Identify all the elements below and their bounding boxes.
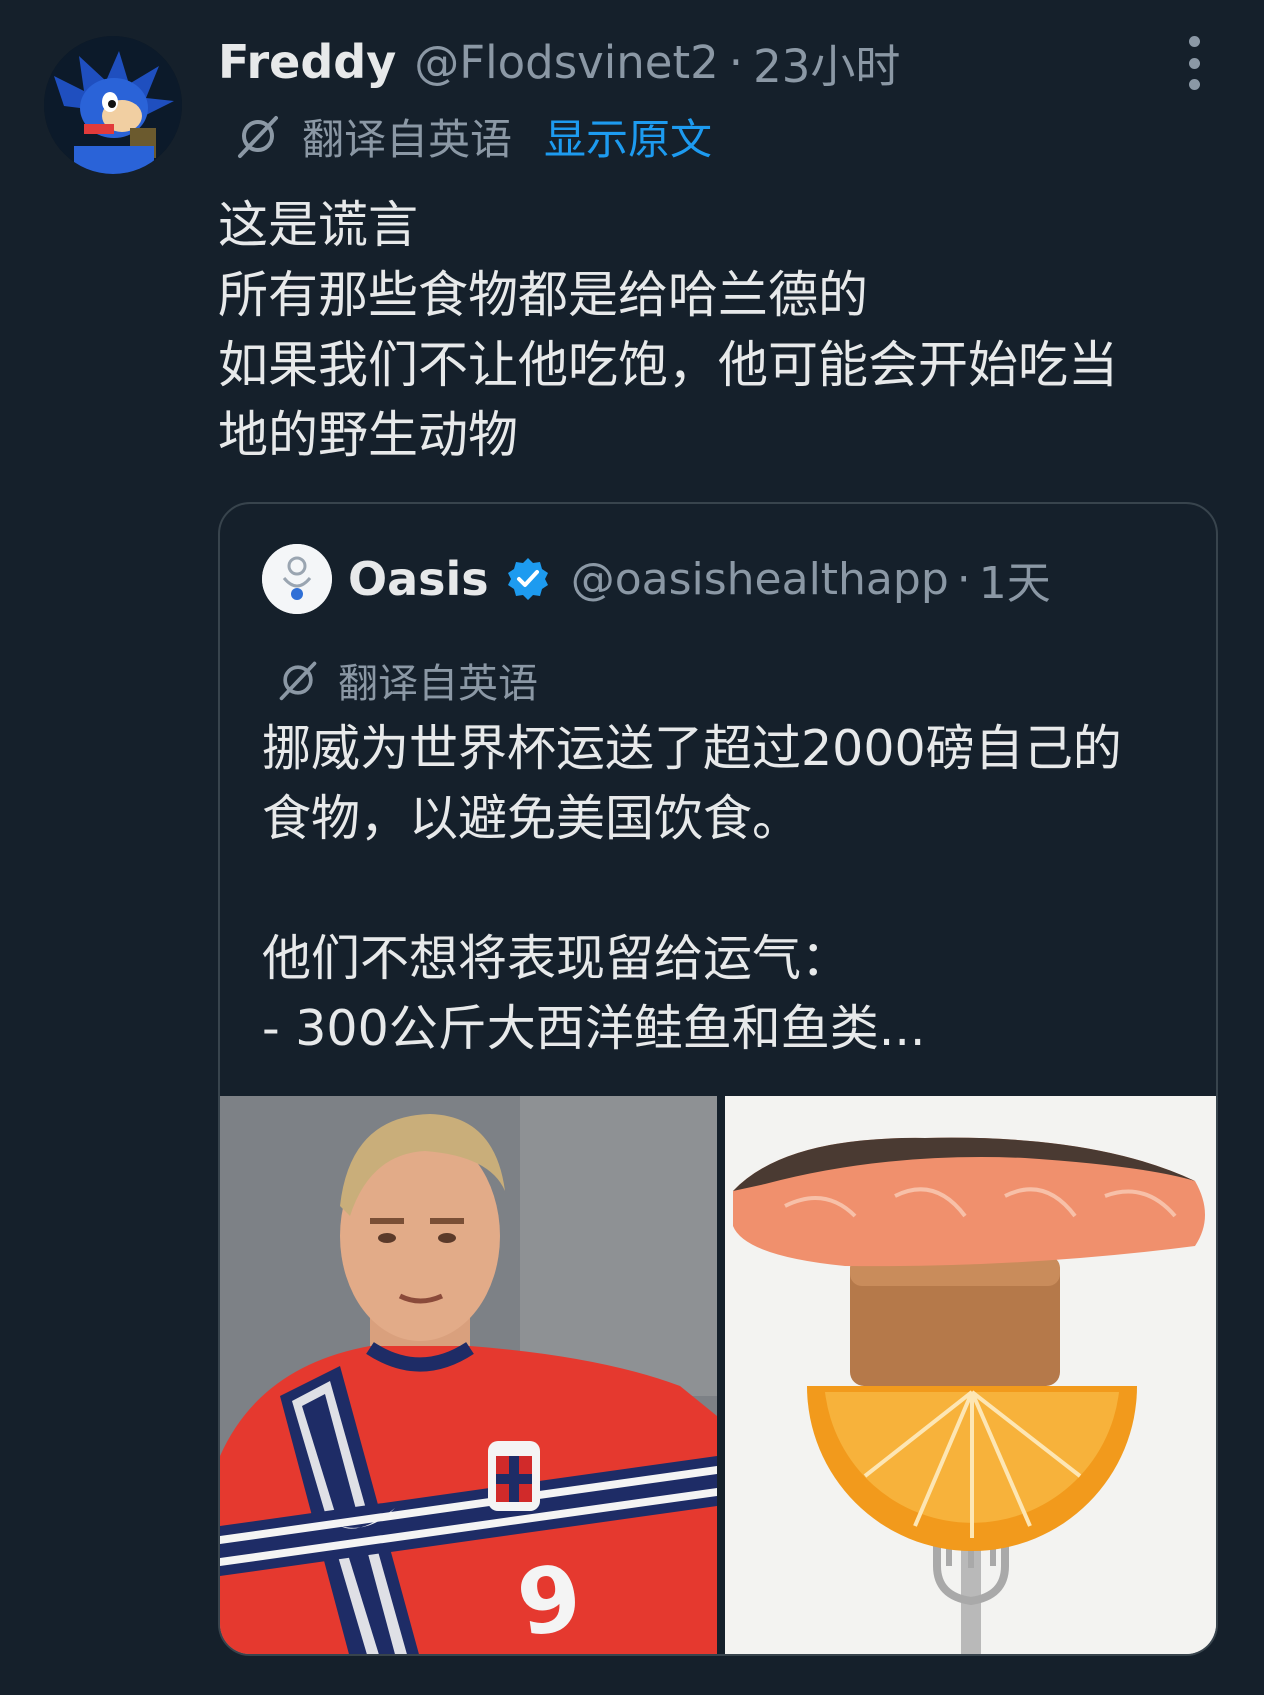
author-name[interactable]: Freddy	[218, 35, 396, 89]
quote-header-separator: ·	[956, 553, 971, 605]
quote-header: Oasis @oasishealthapp · 1天	[348, 544, 1051, 614]
quote-author-handle[interactable]: @oasishealthapp	[571, 554, 949, 605]
media-image-food[interactable]	[725, 1096, 1216, 1654]
tweet-text-line: 所有那些食物都是给哈兰德的	[218, 266, 868, 324]
quoted-tweet-card[interactable]: Oasis @oasishealthapp · 1天 翻译自英语 挪威为世界杯运…	[218, 502, 1218, 1656]
author-avatar[interactable]	[44, 36, 182, 174]
quote-author-avatar[interactable]	[262, 544, 332, 614]
tweet-text: 这是谎言 所有那些食物都是给哈兰德的 如果我们不让他吃饱，他可能会开始吃当 地的…	[218, 190, 1198, 470]
author-handle[interactable]: @Flodsvinet2	[414, 36, 719, 89]
translate-icon	[238, 116, 278, 158]
translated-label: 翻译自英语	[302, 114, 513, 164]
more-vertical-icon[interactable]	[1180, 36, 1208, 90]
quote-text-line: 挪威为世界杯运送了超过2000磅自己的	[262, 720, 1122, 777]
verified-badge-icon	[507, 558, 548, 600]
media-image-footballer[interactable]: 9	[220, 1096, 717, 1654]
quote-translation-bar: 翻译自英语	[276, 652, 538, 708]
quote-author-name[interactable]: Oasis	[348, 552, 489, 606]
quote-text-line	[262, 854, 1202, 924]
quote-text-line: 食物，以避免美国饮食。	[262, 790, 802, 847]
header-separator: ·	[728, 35, 744, 89]
tweet-header: Freddy @Flodsvinet2 · 23小时	[218, 30, 900, 94]
quote-text-line: - 300公斤大西洋鲑鱼和鱼类...	[262, 1000, 926, 1057]
tweet-text-line: 如果我们不让他吃饱，他可能会开始吃当	[218, 336, 1118, 394]
translate-icon	[279, 661, 317, 701]
quote-translated-label: 翻译自英语	[338, 661, 538, 707]
food-illustration	[725, 1096, 1216, 1654]
translation-bar: 翻译自英语 显示原文	[234, 108, 712, 164]
tweet-time[interactable]: 23小时	[753, 30, 900, 95]
footballer-illustration: 9	[220, 1096, 717, 1654]
tweet-text-line: 地的野生动物	[218, 406, 518, 464]
show-original-link[interactable]: 显示原文	[544, 106, 712, 167]
avatar-image	[44, 36, 182, 174]
quote-text: 挪威为世界杯运送了超过2000磅自己的 食物，以避免美国饮食。 他们不想将表现留…	[262, 714, 1202, 1064]
tweet-text-line: 这是谎言	[218, 196, 418, 254]
quote-text-line: 他们不想将表现留给运气：	[262, 930, 851, 987]
oasis-logo-icon	[262, 544, 332, 614]
quote-time[interactable]: 1天	[979, 547, 1051, 611]
